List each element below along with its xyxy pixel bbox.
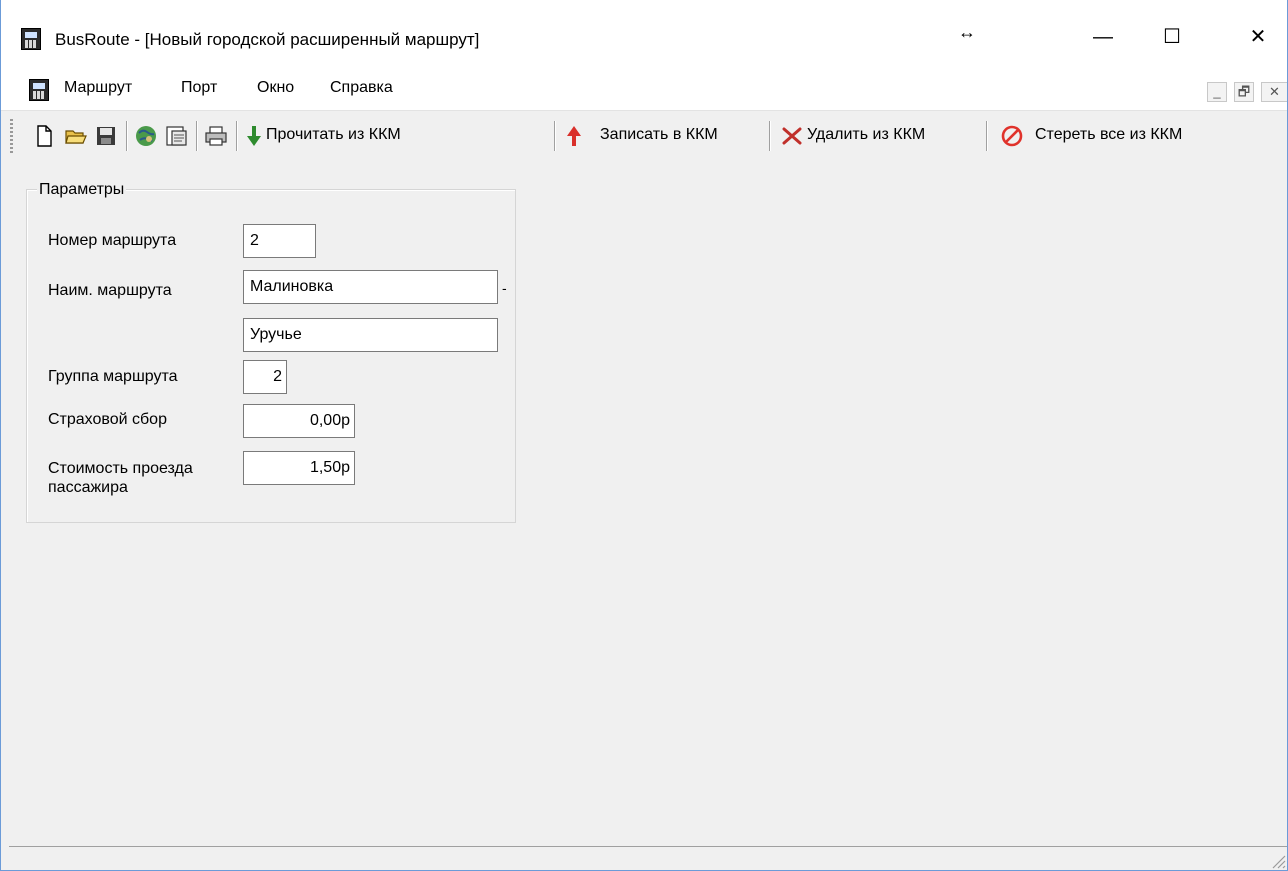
toolbar-separator [769, 121, 770, 151]
toolbar-separator [196, 121, 197, 151]
insurance-fee-input[interactable] [243, 404, 355, 438]
window-title: BusRoute - [Новый городской расширенный … [55, 30, 480, 49]
route-group-input[interactable] [243, 360, 287, 394]
route-name-label: Наим. маршрута [48, 282, 172, 299]
fare-label-line1: Стоимость проезда [48, 460, 193, 477]
delete-x-icon[interactable] [780, 124, 804, 148]
mdi-minimize-button[interactable]: _ [1207, 82, 1227, 102]
route-name-separator: - [502, 280, 507, 296]
read-from-kkm-button[interactable]: Прочитать из ККМ [266, 126, 401, 144]
prohibit-icon[interactable] [1000, 124, 1024, 148]
arrow-down-icon[interactable] [246, 124, 262, 148]
fare-label-line2: пассажира [48, 479, 128, 496]
menu-help[interactable]: Справка [330, 79, 393, 97]
mdi-close-button[interactable]: ✕ [1261, 82, 1288, 102]
print-icon[interactable] [204, 124, 228, 148]
close-button[interactable]: ✕ [1238, 22, 1278, 52]
menu-route[interactable]: Маршрут [64, 79, 132, 97]
toolbar-separator [236, 121, 237, 151]
maximize-button[interactable]: ☐ [1152, 22, 1192, 52]
erase-all-from-kkm-button[interactable]: Стереть все из ККМ [1035, 126, 1182, 144]
minimize-button[interactable]: — [1083, 22, 1123, 52]
toolbar-grip[interactable] [10, 119, 13, 153]
mdi-restore-button[interactable]: 🗗 [1234, 82, 1254, 102]
route-group-label: Группа маршрута [48, 368, 178, 385]
new-document-icon[interactable] [32, 124, 56, 148]
route-name-to-input[interactable] [243, 318, 498, 352]
size-grip-icon[interactable] [1268, 851, 1286, 869]
route-name-from-input[interactable] [243, 270, 498, 304]
parameters-group-title: Параметры [37, 181, 127, 199]
document-system-menu-icon[interactable] [29, 79, 49, 101]
delete-from-kkm-button[interactable]: Удалить из ККМ [807, 126, 925, 144]
route-number-label: Номер маршрута [48, 232, 177, 249]
open-folder-icon[interactable] [64, 124, 88, 148]
save-disk-icon[interactable] [94, 124, 118, 148]
title-bar: BusRoute - [Новый городской расширенный … [0, 0, 1288, 70]
toolbar: Прочитать из ККМ Записать в ККМ Удалить … [0, 110, 1288, 160]
route-number-input[interactable] [243, 224, 316, 258]
app-icon[interactable] [21, 28, 41, 50]
resize-cursor-icon: ↔ [958, 22, 976, 42]
toolbar-separator [986, 121, 987, 151]
properties-icon[interactable] [164, 124, 188, 148]
status-bar [9, 846, 1288, 871]
write-to-kkm-button[interactable]: Записать в ККМ [600, 126, 718, 144]
fare-label: Стоимость проезда пассажира [48, 459, 193, 497]
menu-port[interactable]: Порт [181, 79, 217, 97]
menu-bar: Маршрут Порт Окно Справка _ 🗗 ✕ [0, 70, 1288, 110]
route-map-icon[interactable] [134, 124, 158, 148]
fare-input[interactable] [243, 451, 355, 485]
toolbar-separator [126, 121, 127, 151]
menu-window[interactable]: Окно [257, 79, 294, 97]
toolbar-separator [554, 121, 555, 151]
insurance-fee-label: Страховой сбор [48, 411, 167, 428]
arrow-up-icon[interactable] [566, 124, 582, 148]
